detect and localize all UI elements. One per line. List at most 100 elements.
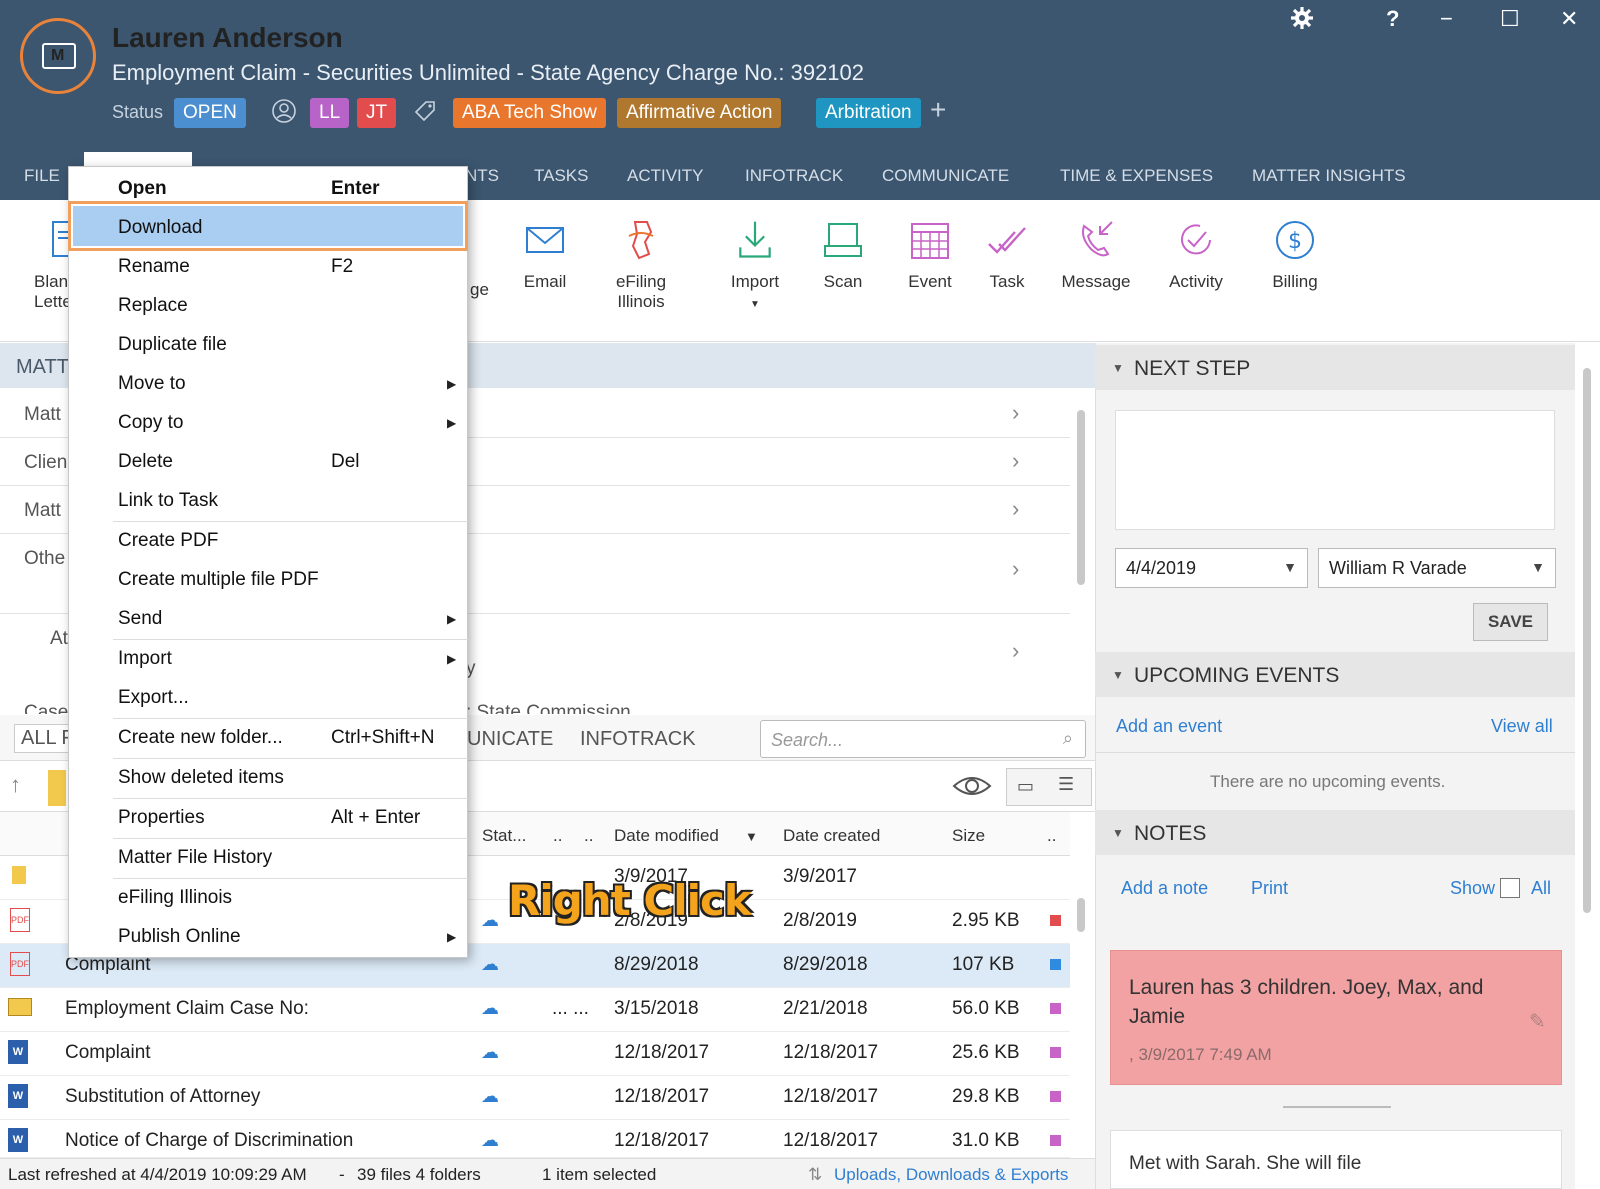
menu-item-publish-online[interactable]: Publish Online (118, 926, 241, 948)
minimize-icon[interactable]: − (1440, 6, 1453, 32)
note-card[interactable]: Lauren has 3 children. Joey, Max, and Ja… (1110, 950, 1562, 1085)
save-button[interactable]: SAVE (1473, 603, 1548, 641)
list-view-icon[interactable]: ☰ (1058, 774, 1074, 795)
files-scrollbar[interactable] (1077, 898, 1085, 932)
row-date-created: 12/18/2017 (783, 1086, 879, 1107)
menu-item-download[interactable]: Download (118, 217, 203, 239)
collapse-icon[interactable]: ▼ (1112, 826, 1124, 840)
add-note-link[interactable]: Add a note (1121, 878, 1208, 899)
row-date-modified: 12/18/2017 (614, 1130, 710, 1151)
person-icon[interactable] (272, 98, 296, 130)
note-card[interactable]: Met with Sarah. She will file (1110, 1130, 1562, 1189)
nav-time-expenses[interactable]: TIME & EXPENSES (1060, 166, 1213, 186)
nav-activity[interactable]: ACTIVITY (627, 166, 704, 186)
help-icon[interactable]: ? (1386, 6, 1399, 32)
menu-item-move-to[interactable]: Move to (118, 373, 186, 395)
matter-scrollbar[interactable] (1077, 410, 1085, 585)
up-arrow-icon[interactable]: ↑ (10, 772, 21, 798)
ribbon-billing-label: Billing (1272, 272, 1318, 291)
col-size[interactable]: Size (952, 826, 985, 846)
menu-item-create-folder[interactable]: Create new folder... (118, 727, 283, 749)
menu-item-export[interactable]: Export... (118, 687, 189, 709)
col-dot-1[interactable]: .. (553, 826, 562, 846)
menu-item-rename[interactable]: Rename (118, 256, 190, 278)
row-date-created: 8/29/2018 (783, 954, 868, 975)
table-row[interactable]: W Complaint ☁ 12/18/2017 12/18/2017 25.6… (0, 1032, 1070, 1076)
menu-item-properties[interactable]: Properties (118, 807, 205, 829)
col-dot-2[interactable]: .. (584, 826, 593, 846)
ribbon-billing[interactable]: $ Billing (1267, 218, 1323, 292)
assignee-value: William R Varade (1329, 558, 1467, 578)
menu-item-efiling[interactable]: eFiling Illinois (118, 887, 232, 909)
view-all-link[interactable]: View all (1491, 716, 1553, 737)
tag-affirmative-action[interactable]: Affirmative Action (617, 98, 782, 128)
menu-item-show-deleted[interactable]: Show deleted items (118, 767, 284, 789)
ribbon-message[interactable]: Message (1058, 218, 1134, 292)
maximize-icon[interactable]: ☐ (1500, 6, 1520, 32)
uploads-link[interactable]: Uploads, Downloads & Exports (834, 1165, 1068, 1185)
next-step-date-select[interactable]: 4/4/2019 ▼ (1115, 548, 1308, 588)
menu-item-open[interactable]: Open (118, 178, 167, 200)
show-all-checkbox[interactable] (1500, 878, 1520, 898)
assignee-badge-jt[interactable]: JT (357, 98, 397, 128)
menu-item-replace[interactable]: Replace (118, 295, 188, 317)
nav-communicate[interactable]: COMMUNICATE (882, 166, 1009, 186)
col-status[interactable]: Stat... (482, 826, 526, 846)
ribbon-import[interactable]: Import ▼ (720, 218, 790, 312)
nav-documents[interactable]: NTS (465, 166, 499, 186)
tag-icon[interactable] (412, 98, 438, 130)
menu-item-create-pdf[interactable]: Create PDF (118, 530, 218, 552)
eye-icon[interactable] (952, 772, 992, 805)
collapse-icon[interactable]: ▼ (1112, 361, 1124, 375)
next-step-assignee-select[interactable]: William R Varade ▼ (1318, 548, 1556, 588)
chevron-right-icon: › (1012, 448, 1020, 473)
billing-dollar-icon: $ (1276, 221, 1314, 259)
row-size: 29.8 KB (952, 1086, 1020, 1107)
right-panel-scrollbar[interactable] (1583, 368, 1591, 913)
ribbon-email[interactable]: Email (515, 218, 575, 292)
folder-view-icon[interactable]: ▭ (1017, 776, 1034, 797)
tag-aba-tech-show[interactable]: ABA Tech Show (453, 98, 606, 128)
nav-file[interactable]: FILE (24, 166, 60, 186)
table-row[interactable]: W Substitution of Attorney ☁ 12/18/2017 … (0, 1076, 1070, 1120)
tab-infotrack[interactable]: INFOTRACK (580, 728, 696, 751)
menu-item-duplicate[interactable]: Duplicate file (118, 334, 227, 356)
add-tag-icon[interactable]: + (930, 94, 946, 126)
print-link[interactable]: Print (1251, 878, 1288, 899)
ribbon-event[interactable]: Event (905, 218, 955, 292)
col-date-modified[interactable]: Date modified (614, 826, 719, 846)
menu-item-link-to-task[interactable]: Link to Task (118, 490, 218, 512)
ribbon-task[interactable]: Task (985, 218, 1029, 292)
color-swatch (1050, 959, 1061, 970)
nav-infotrack[interactable]: INFOTRACK (745, 166, 843, 186)
menu-item-import[interactable]: Import (118, 648, 172, 670)
nav-tasks[interactable]: TASKS (534, 166, 588, 186)
nav-matter-insights[interactable]: MATTER INSIGHTS (1252, 166, 1406, 186)
notes-splitter[interactable] (1283, 1106, 1391, 1108)
ribbon-scan[interactable]: Scan (818, 218, 868, 292)
menu-item-file-history[interactable]: Matter File History (118, 847, 272, 869)
menu-item-create-multiple-pdf[interactable]: Create multiple file PDF (118, 569, 319, 591)
status-bar: Last refreshed at 4/4/2019 10:09:29 AM -… (0, 1158, 1095, 1189)
pin-icon[interactable]: ✎ (1529, 1009, 1546, 1034)
menu-item-delete[interactable]: Delete (118, 451, 173, 473)
menu-item-send[interactable]: Send (118, 608, 162, 630)
ribbon-activity[interactable]: Activity (1163, 218, 1229, 292)
table-row[interactable]: Employment Claim Case No: ☁ ... ... 3/15… (0, 988, 1070, 1032)
search-input[interactable]: Search... ⌕ (760, 720, 1086, 758)
add-event-link[interactable]: Add an event (1116, 716, 1222, 737)
close-icon[interactable]: ✕ (1560, 6, 1578, 32)
settings-gear-icon[interactable] (1290, 6, 1314, 36)
assignee-badge-ll[interactable]: LL (310, 98, 350, 128)
table-row[interactable]: W Notice of Charge of Discrimination ☁ 1… (0, 1120, 1070, 1158)
menu-item-copy-to[interactable]: Copy to (118, 412, 183, 434)
ribbon-ge-fragment[interactable]: ge (470, 280, 489, 300)
tab-communicate[interactable]: UNICATE (467, 728, 553, 751)
next-step-textarea[interactable] (1115, 410, 1555, 530)
collapse-icon[interactable]: ▼ (1112, 668, 1124, 682)
col-date-created[interactable]: Date created (783, 826, 880, 846)
col-dot-3[interactable]: .. (1047, 826, 1056, 846)
status-badge[interactable]: OPEN (174, 98, 246, 128)
tag-arbitration[interactable]: Arbitration (816, 98, 921, 128)
ribbon-efiling[interactable]: eFiling Illinois (606, 218, 676, 312)
